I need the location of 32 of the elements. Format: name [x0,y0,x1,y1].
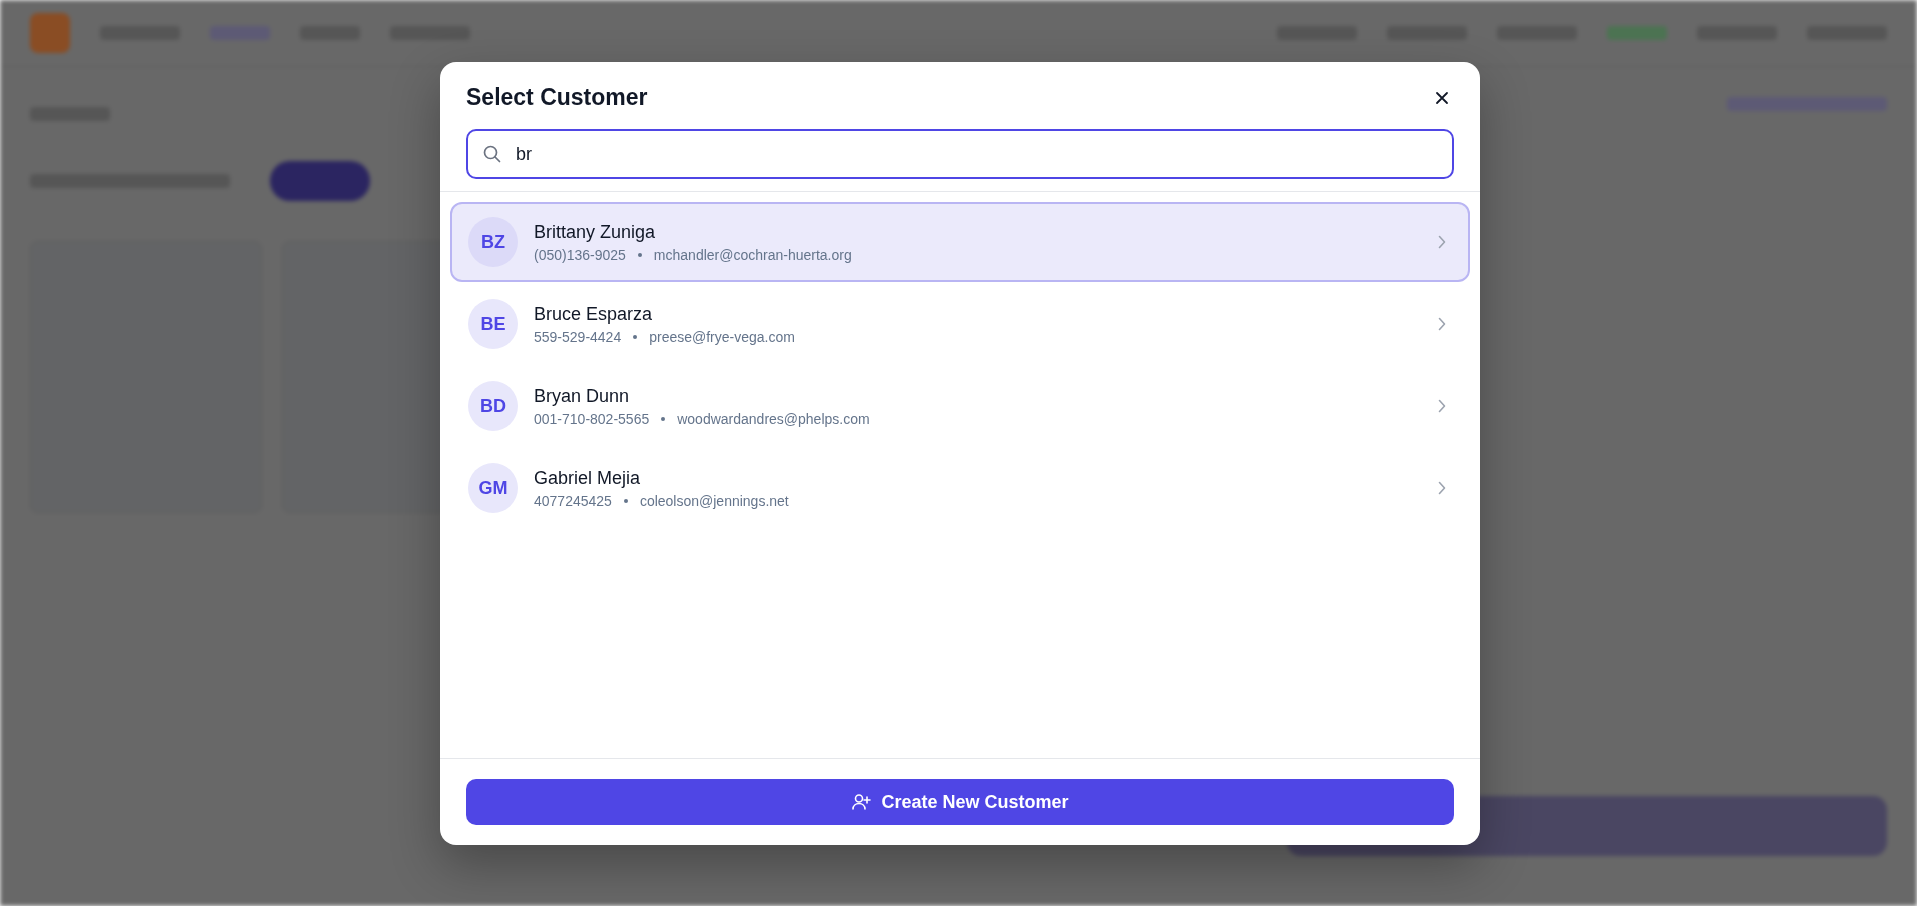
chevron-right-icon [1438,235,1446,249]
chevron-right-icon [1438,399,1446,413]
customer-name: Brittany Zuniga [534,221,657,243]
customer-list-item[interactable]: BD Bryan Dunn 001-710-802-5565 woodwardandres@phelps.com [450,366,1470,446]
dialog-title: Select Customer [466,84,648,111]
customer-list-item[interactable]: BZ Brittany Zuniga (050)136-9025 mchandler@cochran-huerta.org [450,202,1470,282]
customer-email: woodwardandres@phelps.com [677,410,870,427]
search-field[interactable]: br [466,129,1454,179]
bullet-icon [623,498,628,503]
customer-list-item[interactable]: GM Gabriel Mejia 4077245425 coleolson@jennings.net [450,448,1470,528]
create-new-customer-button[interactable]: Create New Customer [466,779,1454,825]
customer-list-item[interactable]: BE Bruce Esparza 559-529-4424 preese@frye-vega.com [450,284,1470,364]
chevron-right-icon [1438,317,1446,331]
initials-avatar: BD [468,381,518,431]
customer-name: Bruce Esparza [534,303,654,325]
customer-phone: 559-529-4424 [534,328,622,345]
chevron-right-icon [1438,481,1446,495]
bullet-icon [633,334,638,339]
customer-phone: (050)136-9025 [534,246,626,263]
customer-email: mchandler@cochran-huerta.org [653,246,852,263]
customer-email: coleolson@jennings.net [639,492,789,509]
customer-phone: 4077245425 [534,492,612,509]
customer-name: Bryan Dunn [534,385,631,407]
bullet-icon [637,252,642,257]
initials-avatar: GM [468,463,518,513]
initials-avatar: BZ [468,217,518,267]
customer-email: preese@frye-vega.com [649,328,795,345]
bullet-icon [661,416,666,421]
customer-name: Gabriel Mejia [534,467,642,489]
customer-phone: 001-710-802-5565 [534,410,650,427]
user-plus-icon [851,792,872,812]
initials-avatar: BE [468,299,518,349]
